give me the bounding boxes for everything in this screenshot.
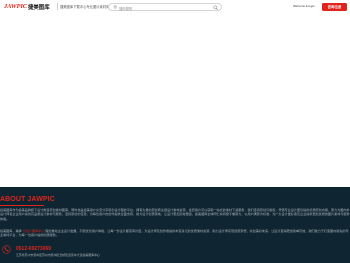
- search-icon[interactable]: [213, 5, 219, 11]
- logo-text-cn: 捷美图库: [28, 4, 50, 11]
- site-header: JAWPIC 捷美图库 捷美图库下载中心专业图片素材库 搜你想的 Welcome…: [0, 0, 350, 14]
- about-paragraph-1: 捷美图库作为捷美品牌旗下设计类目原创素材图库，同时也是捷美用户交流分享原创设计图…: [0, 208, 350, 221]
- header-divider: [57, 3, 58, 10]
- about-title: ABOUT JAWPIC: [0, 196, 55, 203]
- about-title-underline: [0, 204, 44, 206]
- location-pin-icon: [113, 5, 117, 10]
- search-bar[interactable]: 搜你想的: [108, 2, 222, 11]
- consult-button[interactable]: 咨询/注册: [322, 2, 347, 11]
- logo-text-en: JAWPIC: [4, 3, 28, 10]
- about-paragraph-2: 捷美图库，秉承“为设计图库中心”理念推动企业设计发展，不断优化用户体验，让每一份…: [0, 229, 350, 238]
- contact-address: 江苏省苏州市吴中区苏州市吴中区长桥街道吴中大道捷美图库中心: [16, 252, 100, 257]
- site-logo[interactable]: JAWPIC 捷美图库: [4, 2, 50, 11]
- about-paragraph-2-end: ”理念推动企业设计发展，不断优化用户体验，让每一份设计都富有价值，为设计师及创作…: [0, 229, 349, 238]
- header-slogan: 捷美图库下载中心专业图片素材库: [60, 5, 110, 10]
- login-link[interactable]: Welcome & login: [293, 4, 315, 8]
- contact-phone[interactable]: 0512-69273069: [16, 246, 51, 252]
- phone-icon: [2, 244, 11, 254]
- search-input[interactable]: 搜你想的: [119, 6, 132, 11]
